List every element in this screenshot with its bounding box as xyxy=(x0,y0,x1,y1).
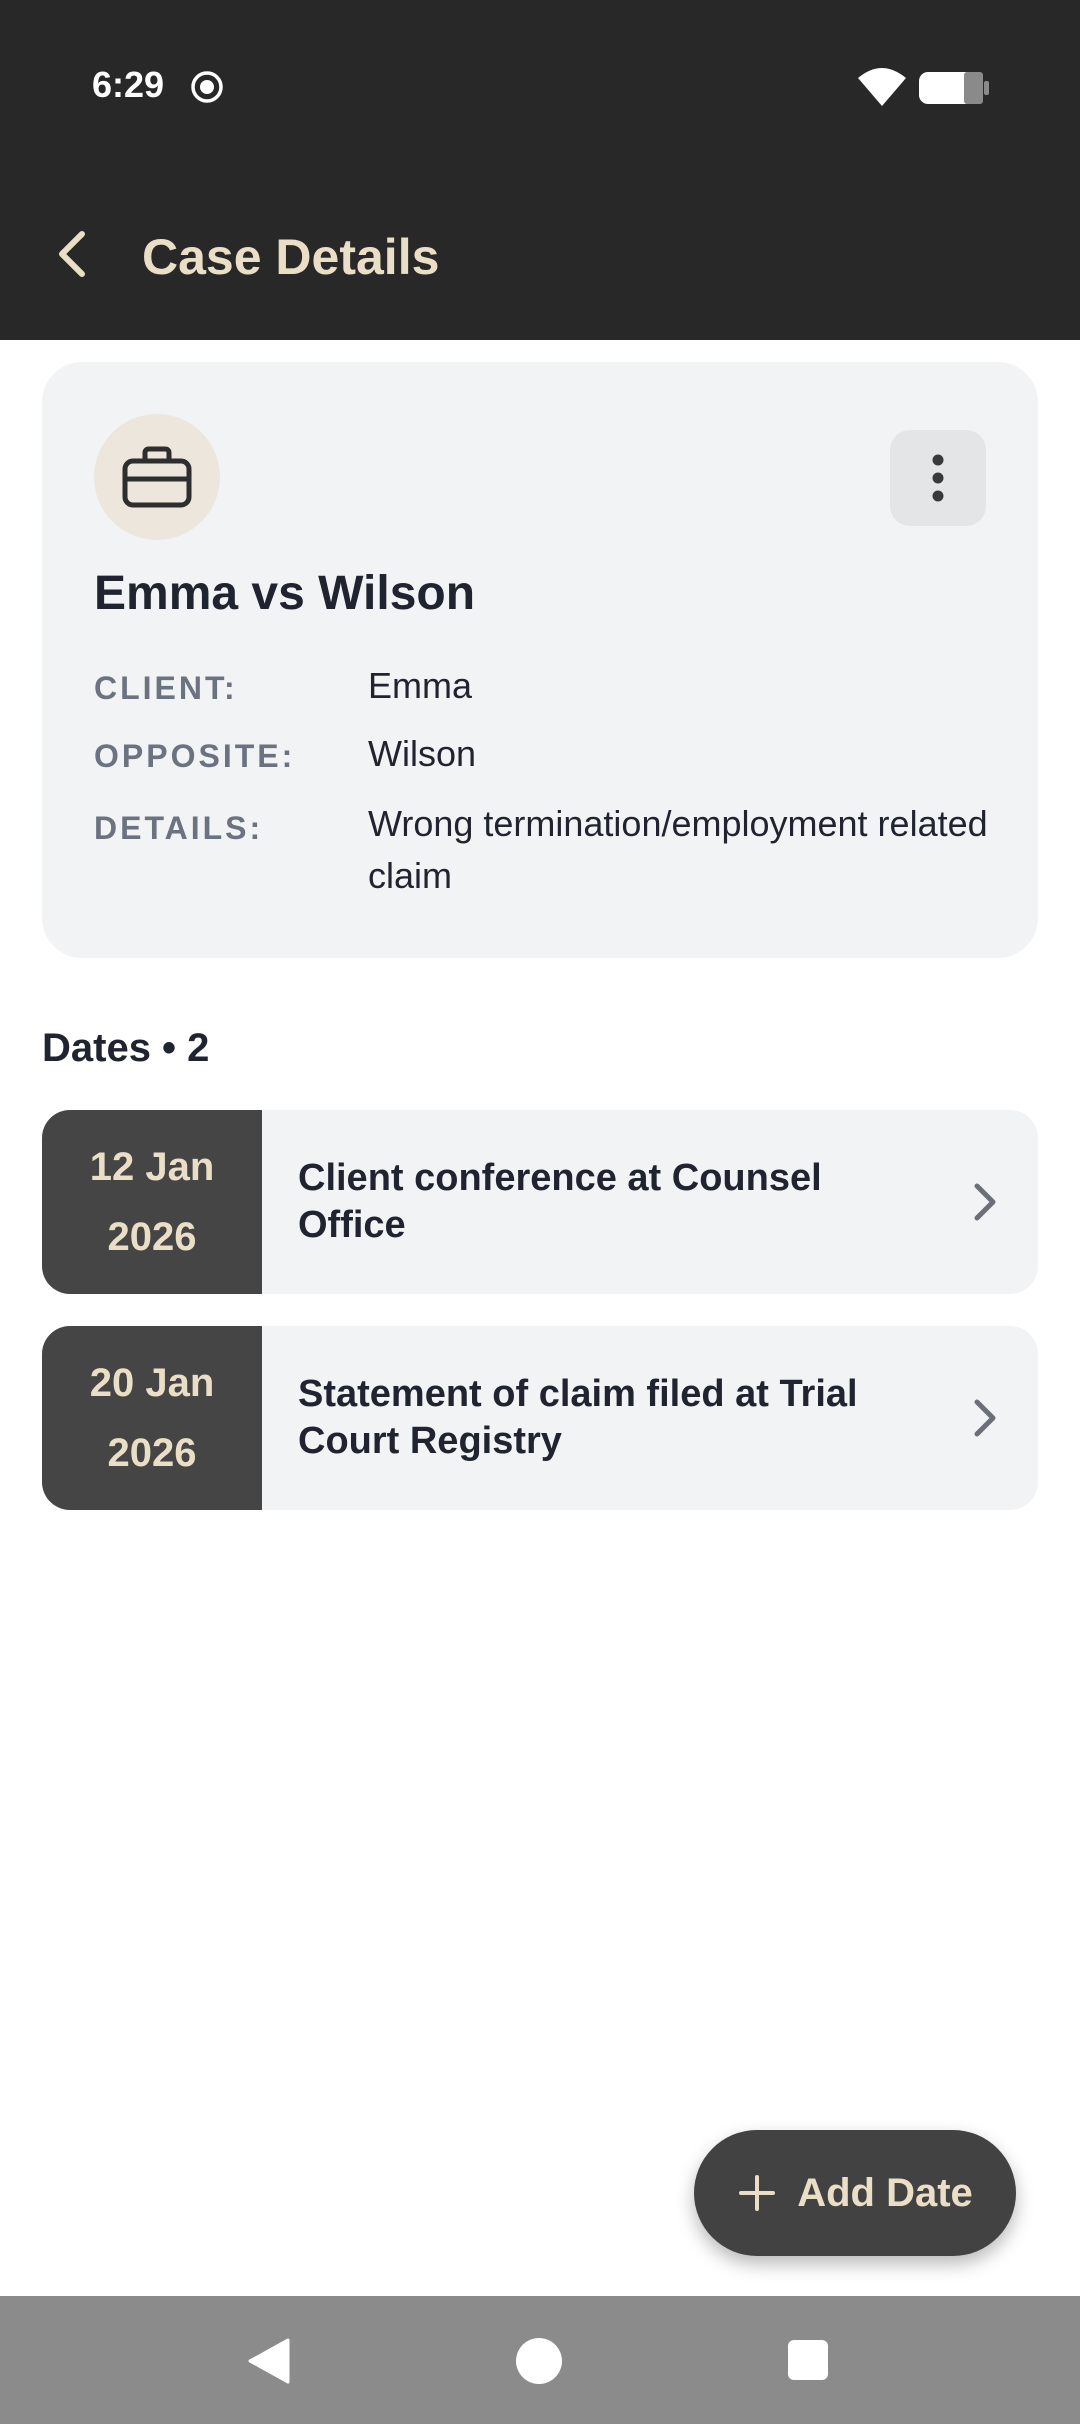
nav-home-icon[interactable] xyxy=(516,2338,562,2384)
status-time: 6:29 xyxy=(92,64,165,105)
date-year: 2026 xyxy=(107,1215,197,1259)
system-nav-bar xyxy=(0,2296,1080,2424)
date-list-item[interactable]: 20 Jan 2026 Statement of claim filed at … xyxy=(42,1326,1038,1510)
date-title: Statement of claim filed at Trial Court … xyxy=(298,1373,858,1462)
date-title: Client conference at Counsel Office xyxy=(298,1157,822,1246)
plus-icon xyxy=(739,2175,776,2211)
wifi-icon xyxy=(858,68,906,106)
opposite-value: Wilson xyxy=(368,733,477,774)
date-badge: 20 Jan 2026 xyxy=(42,1326,262,1510)
case-avatar xyxy=(94,414,220,540)
briefcase-icon xyxy=(122,446,192,508)
battery-icon xyxy=(919,72,989,104)
date-list-item[interactable]: 12 Jan 2026 Client conference at Counsel… xyxy=(42,1110,1038,1294)
case-details-screen: 6:29 Case Details Emma vs Wilson CLIENT:… xyxy=(0,0,1080,2424)
opposite-label: OPPOSITE: xyxy=(94,738,296,774)
dates-heading: Dates • 2 xyxy=(42,1026,210,1070)
app-header: 6:29 Case Details xyxy=(0,0,1080,340)
more-vert-icon xyxy=(932,454,944,502)
chevron-right-icon xyxy=(954,1172,1014,1232)
date-day-month: 12 Jan xyxy=(89,1145,215,1189)
page-title: Case Details xyxy=(142,229,440,285)
case-title: Emma vs Wilson xyxy=(94,567,476,620)
details-label: DETAILS: xyxy=(94,810,264,846)
back-button[interactable] xyxy=(40,222,104,286)
details-value: Wrong termination/employment related cla… xyxy=(368,803,988,896)
screen-record-icon xyxy=(191,71,223,103)
nav-recents-icon[interactable] xyxy=(788,2340,828,2380)
client-label: CLIENT: xyxy=(94,670,238,706)
chevron-left-icon xyxy=(59,231,85,277)
client-value: Emma xyxy=(368,665,473,706)
date-day-month: 20 Jan xyxy=(89,1361,215,1405)
chevron-right-icon xyxy=(954,1388,1014,1448)
date-badge: 12 Jan 2026 xyxy=(42,1110,262,1294)
case-summary-card: Emma vs Wilson CLIENT: Emma OPPOSITE: Wi… xyxy=(42,362,1038,958)
add-date-button[interactable]: Add Date xyxy=(694,2130,1016,2256)
nav-back-icon[interactable] xyxy=(246,2338,290,2384)
add-date-label: Add Date xyxy=(797,2170,973,2215)
date-year: 2026 xyxy=(107,1431,197,1475)
more-options-button[interactable] xyxy=(890,430,986,526)
